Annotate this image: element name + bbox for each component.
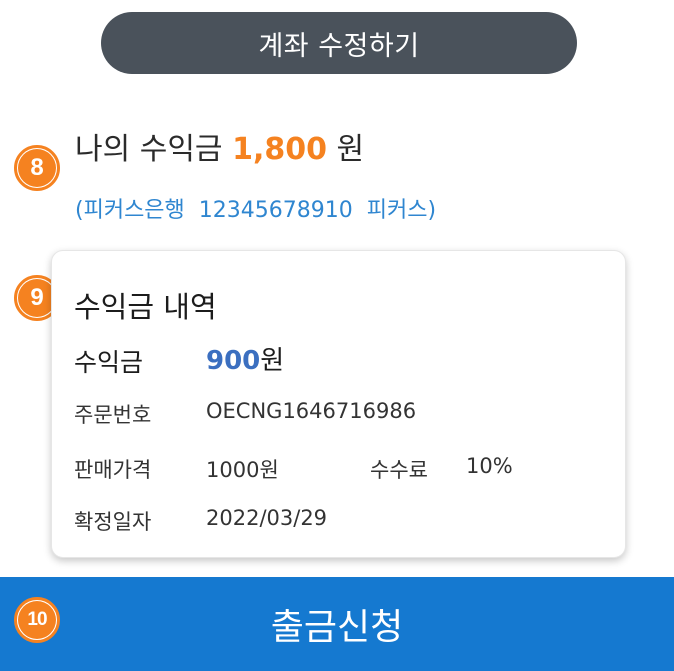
fee-value: 10% <box>466 454 513 478</box>
withdraw-request-button[interactable]: 출금신청 <box>0 577 674 671</box>
earnings-history-card: 수익금 내역 수익금 900원 주문번호 OECNG1646716986 판매가… <box>51 250 626 558</box>
sale-price-value: 1000원 <box>206 458 279 482</box>
earnings-suffix: 원 <box>326 132 365 167</box>
step-badge-8: 8 <box>14 145 60 191</box>
edit-account-button[interactable]: 계좌 수정하기 <box>101 12 577 74</box>
confirm-date-label: 확정일자 <box>74 510 152 534</box>
my-earnings: 나의 수익금 1,800 원 <box>75 124 364 168</box>
earnings-amount: 1,800 <box>232 132 327 167</box>
fee-label: 수수료 <box>370 458 428 482</box>
earnings-history-title: 수익금 내역 <box>74 290 217 324</box>
earn-label: 수익금 <box>74 348 144 377</box>
sale-price-label: 판매가격 <box>74 458 152 482</box>
earnings-prefix: 나의 수익금 <box>75 132 233 167</box>
confirm-date-value: 2022/03/29 <box>206 506 328 530</box>
order-number-label: 주문번호 <box>74 403 152 427</box>
earn-value: 900원 <box>206 340 284 377</box>
step-badge-10: 10 <box>14 597 60 643</box>
earn-unit: 원 <box>260 346 285 376</box>
bank-account-info: (피커스은행 12345678910 피커스) <box>75 198 437 223</box>
order-number-value: OECNG1646716986 <box>206 399 417 423</box>
earn-amount: 900 <box>206 346 261 376</box>
